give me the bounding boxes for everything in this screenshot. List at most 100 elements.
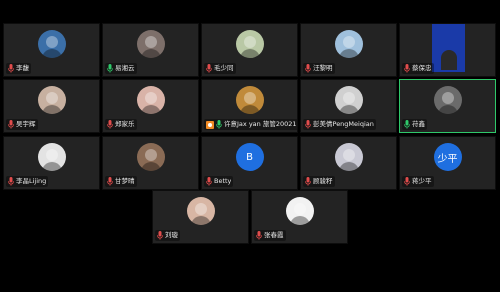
participant-nameplate: 郑家乐 <box>105 119 137 130</box>
avatar-face <box>342 92 355 104</box>
participant-nameplate: 毛少同 <box>204 63 236 74</box>
participant-tile[interactable]: 郑家乐 <box>102 79 199 133</box>
avatar <box>334 86 363 114</box>
participant-name: 李馥 <box>16 64 29 72</box>
participant-tile[interactable]: 少平蒋少平 <box>399 136 496 190</box>
mic-on-icon <box>107 64 113 73</box>
participant-tile[interactable]: 毛少同 <box>201 23 298 77</box>
participant-nameplate: 苻鑫 <box>402 119 427 130</box>
participant-name: 顾骏籽 <box>313 177 333 185</box>
participant-name: 甘梦晴 <box>115 177 135 185</box>
participant-tile[interactable]: 彭美倩PengMeiqian <box>300 79 397 133</box>
avatar <box>334 30 363 58</box>
participant-tile[interactable]: 苻鑫 <box>399 79 496 133</box>
participant-nameplate: 蒋少平 <box>402 176 434 187</box>
mic-muted-icon <box>157 231 163 240</box>
participant-name: 郑家乐 <box>115 120 135 128</box>
avatar-face <box>243 92 256 104</box>
mic-muted-icon <box>256 231 262 240</box>
participant-tile[interactable]: B Betty <box>201 136 298 190</box>
avatar-face <box>45 92 58 104</box>
participant-name: 汪黎明 <box>313 64 333 72</box>
avatar-face <box>342 149 355 161</box>
participant-nameplate: 甘梦晴 <box>105 176 137 187</box>
participant-name: 苻鑫 <box>412 120 425 128</box>
participant-name: 刘璇 <box>165 231 178 239</box>
avatar-body <box>190 216 211 225</box>
participant-tile[interactable]: 刘璇 <box>152 190 249 244</box>
avatar <box>334 143 363 171</box>
participant-video-figure <box>441 50 457 70</box>
avatar: 少平 <box>433 143 462 171</box>
avatar-body <box>239 49 260 58</box>
mic-muted-icon <box>305 120 311 129</box>
mic-muted-icon <box>107 120 113 129</box>
participant-name: 毛少同 <box>214 64 234 72</box>
avatar <box>285 197 314 225</box>
participant-nameplate: 汪黎明 <box>303 63 335 74</box>
mic-muted-icon <box>404 177 410 186</box>
avatar-body <box>41 162 62 171</box>
participant-name: 李晶Lijing <box>16 177 47 185</box>
avatar-face <box>144 149 157 161</box>
avatar-body <box>289 216 310 225</box>
avatar <box>186 197 215 225</box>
participant-tile[interactable]: 李馥 <box>3 23 100 77</box>
avatar-body <box>338 162 359 171</box>
participant-nameplate: 蔡保忠 <box>402 63 434 74</box>
avatar <box>37 86 66 114</box>
avatar-face <box>45 149 58 161</box>
participant-tile[interactable]: 易湘云 <box>102 23 199 77</box>
mic-muted-icon <box>305 64 311 73</box>
participant-nameplate: 李馥 <box>6 63 31 74</box>
participant-tile[interactable]: 吴宇辉 <box>3 79 100 133</box>
avatar-body <box>140 49 161 58</box>
mic-muted-icon <box>8 177 14 186</box>
participant-tile[interactable]: 汪黎明 <box>300 23 397 77</box>
video-grid: 李馥 易湘云 毛少同 汪黎明 蔡保忠吴宇辉 郑家乐 许意Jax yan 旅管20021 彭美倩… <box>0 0 500 292</box>
avatar <box>136 143 165 171</box>
avatar-body <box>437 105 458 114</box>
participant-name: 彭美倩PengMeiqian <box>313 120 374 128</box>
avatar-face <box>194 203 207 215</box>
participant-name: 张春霞 <box>264 231 284 239</box>
participant-nameplate: 刘璇 <box>155 230 180 241</box>
avatar-face <box>144 36 157 48</box>
avatar <box>37 30 66 58</box>
avatar-body <box>338 105 359 114</box>
avatar: B <box>235 143 264 171</box>
participant-tile[interactable]: 张春霞 <box>251 190 348 244</box>
avatar <box>235 30 264 58</box>
participant-name: 许意Jax yan 旅管20021 <box>224 120 297 128</box>
avatar <box>37 143 66 171</box>
participant-name: 吴宇辉 <box>16 120 36 128</box>
participant-tile[interactable]: 顾骏籽 <box>300 136 397 190</box>
avatar-face <box>293 203 306 215</box>
mic-on-icon <box>216 120 222 129</box>
avatar-face <box>441 92 454 104</box>
participant-nameplate: 许意Jax yan 旅管20021 <box>204 119 297 130</box>
participant-video <box>432 24 465 72</box>
participant-nameplate: 顾骏籽 <box>303 176 335 187</box>
participant-nameplate: Betty <box>204 176 234 187</box>
participant-nameplate: 易湘云 <box>105 63 137 74</box>
avatar-initials: B <box>246 151 253 163</box>
participant-name: Betty <box>214 177 232 185</box>
screen-share-icon <box>206 120 214 129</box>
participant-nameplate: 吴宇辉 <box>6 119 38 130</box>
participant-tile[interactable]: 李晶Lijing <box>3 136 100 190</box>
avatar-body <box>41 105 62 114</box>
mic-muted-icon <box>206 177 212 186</box>
participant-tile[interactable]: 许意Jax yan 旅管20021 <box>201 79 298 133</box>
avatar-face <box>342 36 355 48</box>
avatar <box>136 30 165 58</box>
avatar-body <box>140 162 161 171</box>
mic-muted-icon <box>206 64 212 73</box>
participant-nameplate: 彭美倩PengMeiqian <box>303 119 376 130</box>
mic-muted-icon <box>107 177 113 186</box>
participant-nameplate: 张春霞 <box>254 230 286 241</box>
avatar <box>136 86 165 114</box>
participant-tile[interactable]: 蔡保忠 <box>399 23 496 77</box>
avatar <box>433 86 462 114</box>
participant-tile[interactable]: 甘梦晴 <box>102 136 199 190</box>
